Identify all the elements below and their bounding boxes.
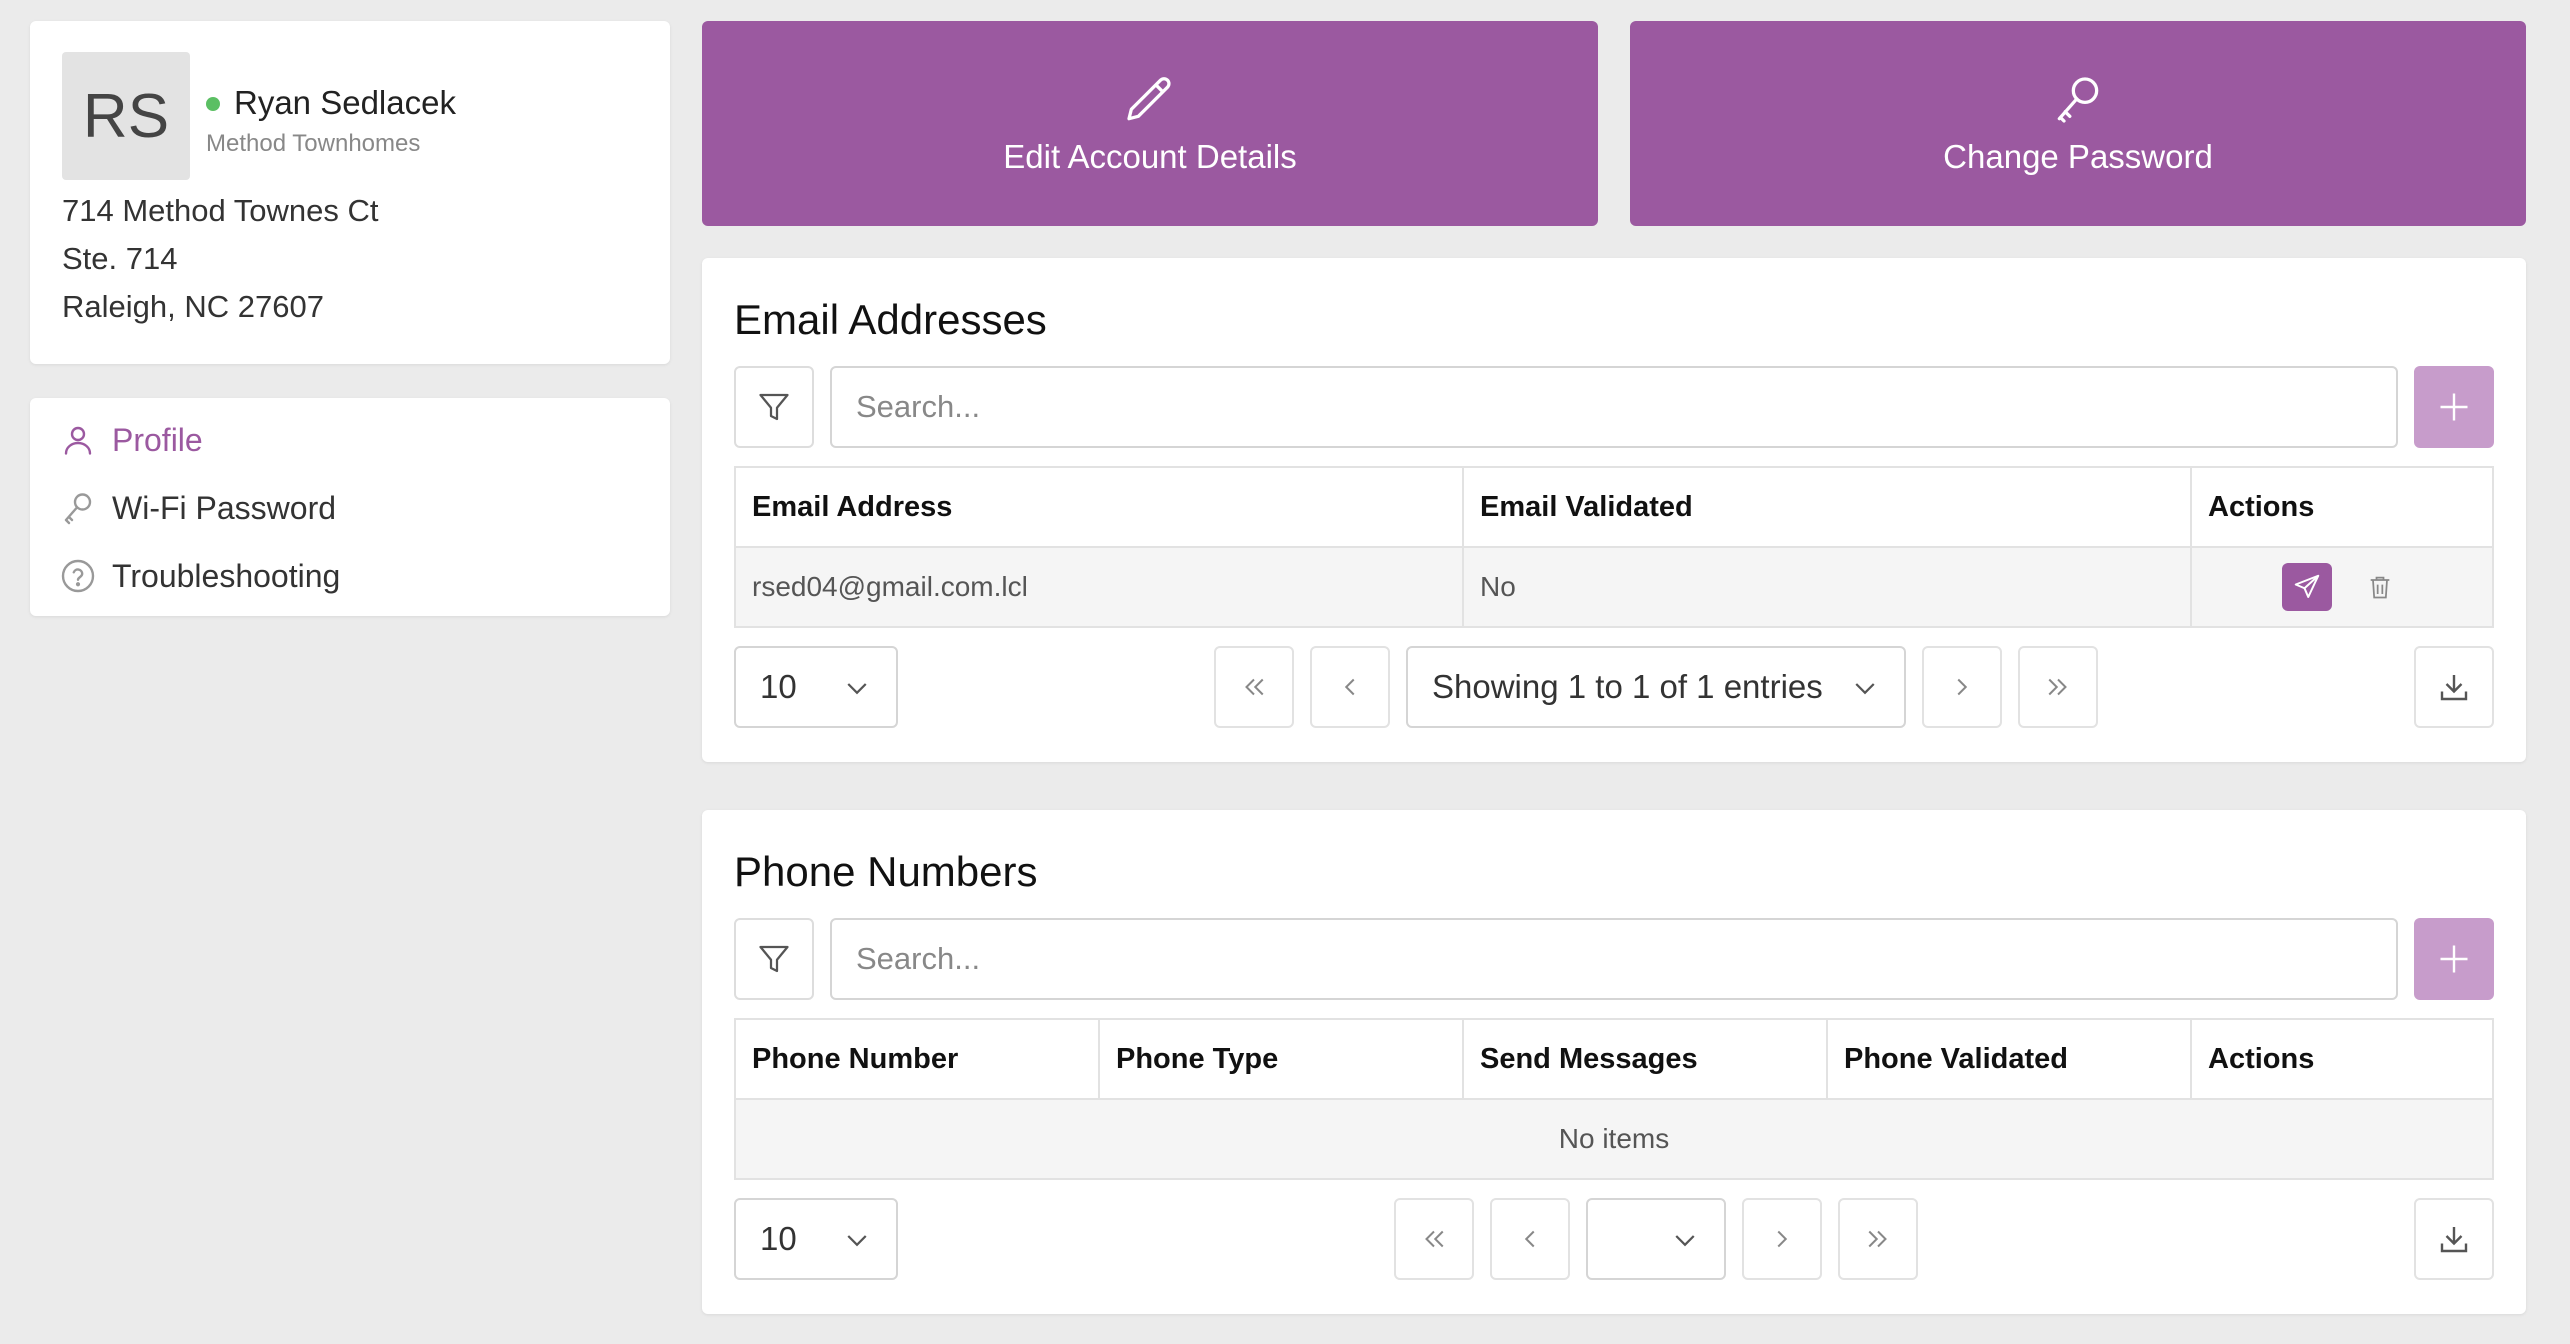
table-header-row: Phone Number Phone Type Send Messages Ph…: [734, 1018, 2494, 1100]
email-table: Email Address Email Validated Actions rs…: [734, 466, 2494, 628]
key-icon: [60, 490, 96, 526]
email-filter-button[interactable]: [734, 366, 814, 448]
add-email-button[interactable]: [2414, 366, 2494, 448]
phone-first-page-button[interactable]: [1394, 1198, 1474, 1280]
address-line-3: Raleigh, NC 27607: [62, 289, 324, 324]
chevron-left-icon: [1524, 1230, 1535, 1248]
add-phone-button[interactable]: [2414, 918, 2494, 1000]
plus-icon: [2440, 945, 2468, 973]
column-header-email-validated[interactable]: Email Validated: [1462, 466, 2192, 548]
chevrons-left-icon: [1425, 1230, 1444, 1248]
column-header-actions: Actions: [2190, 1018, 2494, 1100]
key-icon: [2050, 72, 2106, 128]
phone-next-page-button[interactable]: [1742, 1198, 1822, 1280]
filter-icon: [759, 945, 789, 973]
phone-prev-page-button[interactable]: [1490, 1198, 1570, 1280]
table-row: No items: [734, 1098, 2494, 1180]
pencil-icon: [1122, 72, 1178, 128]
phone-export-button[interactable]: [2414, 1198, 2494, 1280]
sidebar-item-wifi-password[interactable]: Wi-Fi Password: [60, 484, 336, 532]
download-icon: [2440, 675, 2468, 701]
phone-filter-button[interactable]: [734, 918, 814, 1000]
column-header-phone-number[interactable]: Phone Number: [734, 1018, 1100, 1100]
plus-icon: [2440, 393, 2468, 421]
change-password-label: Change Password: [1943, 137, 2213, 175]
chevron-right-icon: [1957, 678, 1968, 696]
address-line-1: 714 Method Townes Ct: [62, 193, 379, 228]
online-status-dot: [206, 97, 220, 111]
email-search-input[interactable]: [830, 366, 2398, 448]
empty-table-message: No items: [734, 1098, 2494, 1180]
email-export-button[interactable]: [2414, 646, 2494, 728]
email-address-cell: rsed04@gmail.com.lcl: [734, 546, 1464, 628]
chevron-down-icon: [1855, 683, 1875, 695]
column-header-phone-type[interactable]: Phone Type: [1098, 1018, 1464, 1100]
sidebar-item-troubleshooting[interactable]: Troubleshooting: [60, 552, 340, 600]
chevrons-left-icon: [1245, 678, 1264, 696]
user-icon: [60, 422, 96, 458]
phone-search-input[interactable]: [830, 918, 2398, 1000]
profile-card: RS Ryan Sedlacek Method Townhomes 714 Me…: [30, 21, 670, 364]
table-row: rsed04@gmail.com.lcl No: [734, 546, 2494, 628]
chevron-down-icon: [1675, 1235, 1695, 1247]
address-line-2: Ste. 714: [62, 241, 178, 276]
sidebar-item-label: Profile: [112, 421, 203, 458]
sidebar-item-label: Troubleshooting: [112, 557, 341, 594]
email-next-page-button[interactable]: [1922, 646, 2002, 728]
sidebar-item-label: Wi-Fi Password: [112, 489, 337, 526]
email-page-info-select[interactable]: Showing 1 to 1 of 1 entries: [1406, 646, 1906, 728]
column-header-send-messages[interactable]: Send Messages: [1462, 1018, 1828, 1100]
phone-last-page-button[interactable]: [1838, 1198, 1918, 1280]
email-prev-page-button[interactable]: [1310, 646, 1390, 728]
page-info-text: Showing 1 to 1 of 1 entries: [1432, 668, 1823, 705]
column-header-actions: Actions: [2190, 466, 2494, 548]
avatar: RS: [62, 52, 190, 180]
email-section-title: Email Addresses: [734, 296, 1047, 343]
filter-icon: [759, 393, 789, 421]
chevrons-right-icon: [1868, 1230, 1887, 1248]
chevron-left-icon: [1344, 678, 1355, 696]
user-organization: Method Townhomes: [206, 130, 421, 157]
phone-page-size-select[interactable]: 10: [734, 1198, 898, 1280]
page-size-value: 10: [760, 668, 797, 705]
trash-icon: [2370, 576, 2390, 599]
phone-numbers-card: Phone Numbers Phone Number Phone Type Se…: [702, 810, 2526, 1314]
send-verification-button[interactable]: [2282, 563, 2332, 611]
chevron-down-icon: [847, 683, 867, 695]
edit-account-details-button[interactable]: Edit Account Details: [702, 21, 1598, 226]
email-validated-cell: No: [1462, 546, 2192, 628]
column-header-email-address[interactable]: Email Address: [734, 466, 1464, 548]
change-password-button[interactable]: Change Password: [1630, 21, 2526, 226]
phone-section-title: Phone Numbers: [734, 848, 1038, 895]
page-size-value: 10: [760, 1220, 797, 1257]
column-header-phone-validated[interactable]: Phone Validated: [1826, 1018, 2192, 1100]
table-header-row: Email Address Email Validated Actions: [734, 466, 2494, 548]
email-last-page-button[interactable]: [2018, 646, 2098, 728]
email-page-size-select[interactable]: 10: [734, 646, 898, 728]
chevron-down-icon: [847, 1235, 867, 1247]
send-icon: [2294, 574, 2320, 598]
edit-account-details-label: Edit Account Details: [1003, 137, 1297, 175]
actions-cell: [2190, 546, 2494, 628]
chevron-right-icon: [1777, 1230, 1788, 1248]
sidebar-item-profile[interactable]: Profile: [60, 416, 203, 464]
user-name: Ryan Sedlacek: [234, 84, 456, 121]
help-circle-icon: [60, 558, 96, 594]
email-first-page-button[interactable]: [1214, 646, 1294, 728]
email-addresses-card: Email Addresses Email Address Email Vali…: [702, 258, 2526, 762]
delete-email-button[interactable]: [2362, 563, 2398, 611]
sidebar-nav: Profile Wi-Fi Password Troubleshooting: [30, 398, 670, 616]
phone-page-info-select[interactable]: [1586, 1198, 1726, 1280]
chevrons-right-icon: [2048, 678, 2067, 696]
avatar-initials: RS: [82, 81, 170, 151]
download-icon: [2440, 1227, 2468, 1253]
phone-table: Phone Number Phone Type Send Messages Ph…: [734, 1018, 2494, 1180]
